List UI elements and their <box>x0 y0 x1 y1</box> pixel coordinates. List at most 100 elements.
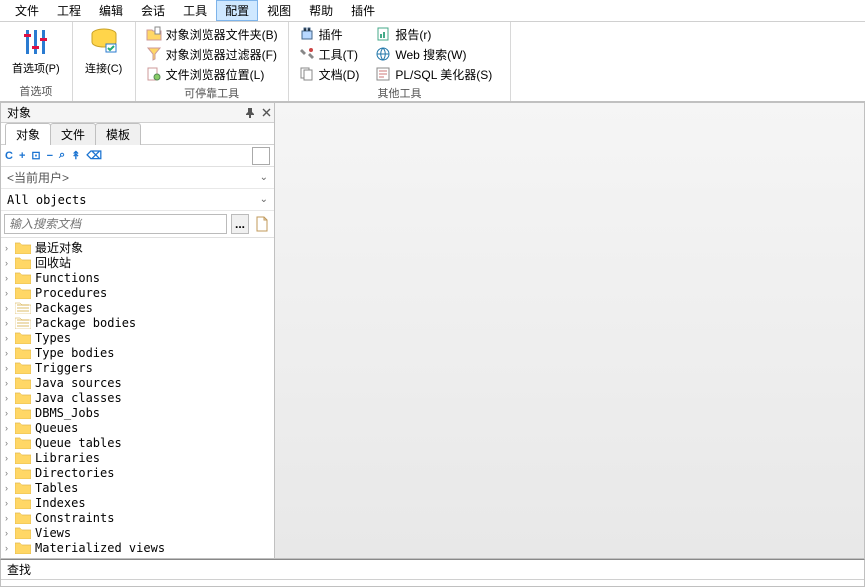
ribbon-button-file-loc[interactable]: 文件浏览器位置(L) <box>142 64 282 84</box>
expand-icon[interactable]: › <box>5 273 15 283</box>
tree-item[interactable]: ›回收站 <box>1 255 274 270</box>
ribbon-button-sliders[interactable]: 首选项(P) <box>6 24 66 78</box>
toolbar-btn-6[interactable]: ⌫ <box>86 149 102 162</box>
ribbon-group-2: 对象浏览器文件夹(B)对象浏览器过滤器(F)文件浏览器位置(L)可停靠工具 <box>136 22 289 101</box>
expand-icon[interactable]: › <box>5 348 15 358</box>
filter-dropdown[interactable]: All objects ⌄ <box>1 189 274 211</box>
expand-icon[interactable]: › <box>5 288 15 298</box>
expand-icon[interactable]: › <box>5 498 15 508</box>
user-dropdown[interactable]: <当前用户> ⌄ <box>1 167 274 189</box>
folder-icon <box>15 286 31 299</box>
toolbar-box[interactable] <box>252 147 270 165</box>
ribbon-button-folder-doc[interactable]: 对象浏览器文件夹(B) <box>142 24 282 44</box>
menu-item-8[interactable]: 插件 <box>342 0 384 21</box>
close-icon[interactable] <box>258 105 274 121</box>
toolbar-btn-3[interactable]: − <box>47 150 53 162</box>
menu-item-7[interactable]: 帮助 <box>300 0 342 21</box>
expand-icon[interactable]: › <box>5 408 15 418</box>
tree-item[interactable]: ›Directories <box>1 465 274 480</box>
tree-item[interactable]: ›Procedures <box>1 285 274 300</box>
tree-item[interactable]: ›Java classes <box>1 390 274 405</box>
expand-icon[interactable]: › <box>5 378 15 388</box>
expand-icon[interactable]: › <box>5 258 15 268</box>
expand-icon[interactable]: › <box>5 513 15 523</box>
ribbon-group-label: 其他工具 <box>295 84 505 103</box>
expand-icon[interactable]: › <box>5 438 15 448</box>
ribbon-button-conn[interactable]: 连接(C) <box>79 24 129 78</box>
tree-item-label: DBMS_Jobs <box>35 406 100 420</box>
ribbon-button-report[interactable]: 报告(r) <box>371 24 496 44</box>
ribbon-button-tools[interactable]: 工具(T) <box>295 44 364 64</box>
search-input[interactable] <box>4 214 227 234</box>
menu-item-1[interactable]: 工程 <box>48 0 90 21</box>
toolbar-btn-5[interactable]: ↟ <box>71 149 80 162</box>
menu-item-3[interactable]: 会话 <box>132 0 174 21</box>
ribbon-button-filter-doc[interactable]: 对象浏览器过滤器(F) <box>142 44 282 64</box>
ribbon-button-plugin[interactable]: 插件 <box>295 24 364 44</box>
main-area: 对象 对象文件模板 C+⊡−⌕↟⌫ <当前用户> ⌄ All objects ⌄… <box>0 102 865 559</box>
expand-icon[interactable]: › <box>5 468 15 478</box>
folder-icon <box>15 316 31 329</box>
search-more-button[interactable]: ... <box>231 214 249 234</box>
toolbar-btn-4[interactable]: ⌕ <box>59 149 65 162</box>
tree-item-label: Queue tables <box>35 436 122 450</box>
expand-icon[interactable]: › <box>5 333 15 343</box>
tree-item[interactable]: ›最近对象 <box>1 240 274 255</box>
tree-item[interactable]: › Queue tables <box>1 435 274 450</box>
tree-item-label: Queues <box>35 421 78 435</box>
menu-item-0[interactable]: 文件 <box>6 0 48 21</box>
tree-item[interactable]: ›Tables <box>1 480 274 495</box>
plugin-icon <box>299 26 315 42</box>
toolbar-btn-1[interactable]: + <box>19 150 25 162</box>
tree-item[interactable]: ›Indexes <box>1 495 274 510</box>
panel-tab-1[interactable]: 文件 <box>50 123 96 145</box>
menu-item-6[interactable]: 视图 <box>258 0 300 21</box>
conn-icon <box>88 26 120 58</box>
tree-item[interactable]: ›Type bodies <box>1 345 274 360</box>
folder-icon <box>15 421 31 434</box>
tree-item[interactable]: ›Package bodies <box>1 315 274 330</box>
report-icon <box>375 26 391 42</box>
object-browser-panel: 对象 对象文件模板 C+⊡−⌕↟⌫ <当前用户> ⌄ All objects ⌄… <box>0 102 275 559</box>
tree-item[interactable]: › DBMS_Jobs <box>1 405 274 420</box>
ribbon-group-label: 首选项 <box>6 82 66 101</box>
expand-icon[interactable]: › <box>5 243 15 253</box>
tree-item[interactable]: ›Materialized views <box>1 540 274 555</box>
expand-icon[interactable]: › <box>5 318 15 328</box>
page-icon[interactable] <box>253 214 271 234</box>
tree-item[interactable]: › Queues <box>1 420 274 435</box>
menu-item-4[interactable]: 工具 <box>174 0 216 21</box>
expand-icon[interactable]: › <box>5 528 15 538</box>
tree-item[interactable]: ›Packages <box>1 300 274 315</box>
toolbar-btn-2[interactable]: ⊡ <box>31 149 40 162</box>
docs-icon <box>299 66 315 82</box>
chevron-down-icon: ⌄ <box>260 194 268 205</box>
ribbon-button-docs[interactable]: 文档(D) <box>295 64 364 84</box>
expand-icon[interactable]: › <box>5 303 15 313</box>
pin-icon[interactable] <box>242 105 258 121</box>
tree-item[interactable]: ›Java sources <box>1 375 274 390</box>
ribbon-button-beautify[interactable]: PL/SQL 美化器(S) <box>371 64 496 84</box>
object-tree[interactable]: ›最近对象›回收站›Functions›Procedures›Packages›… <box>1 238 274 558</box>
expand-icon[interactable]: › <box>5 543 15 553</box>
tree-item[interactable]: ›Types <box>1 330 274 345</box>
expand-icon[interactable]: › <box>5 363 15 373</box>
expand-icon[interactable]: › <box>5 453 15 463</box>
menu-item-5[interactable]: 配置 <box>216 0 258 21</box>
panel-tab-2[interactable]: 模板 <box>95 123 141 145</box>
folder-icon <box>15 526 31 539</box>
expand-icon[interactable]: › <box>5 393 15 403</box>
menu-item-2[interactable]: 编辑 <box>90 0 132 21</box>
chevron-down-icon: ⌄ <box>260 172 268 183</box>
panel-tab-0[interactable]: 对象 <box>5 123 51 145</box>
tree-item[interactable]: ›Functions <box>1 270 274 285</box>
tree-item[interactable]: ›Constraints <box>1 510 274 525</box>
toolbar-btn-0[interactable]: C <box>5 150 13 162</box>
expand-icon[interactable]: › <box>5 483 15 493</box>
expand-icon[interactable]: › <box>5 423 15 433</box>
ribbon-button-web[interactable]: Web 搜索(W) <box>371 44 496 64</box>
tree-item[interactable]: ›Triggers <box>1 360 274 375</box>
tree-item[interactable]: ›Libraries <box>1 450 274 465</box>
tree-item[interactable]: ›Views <box>1 525 274 540</box>
folder-icon <box>15 451 31 464</box>
